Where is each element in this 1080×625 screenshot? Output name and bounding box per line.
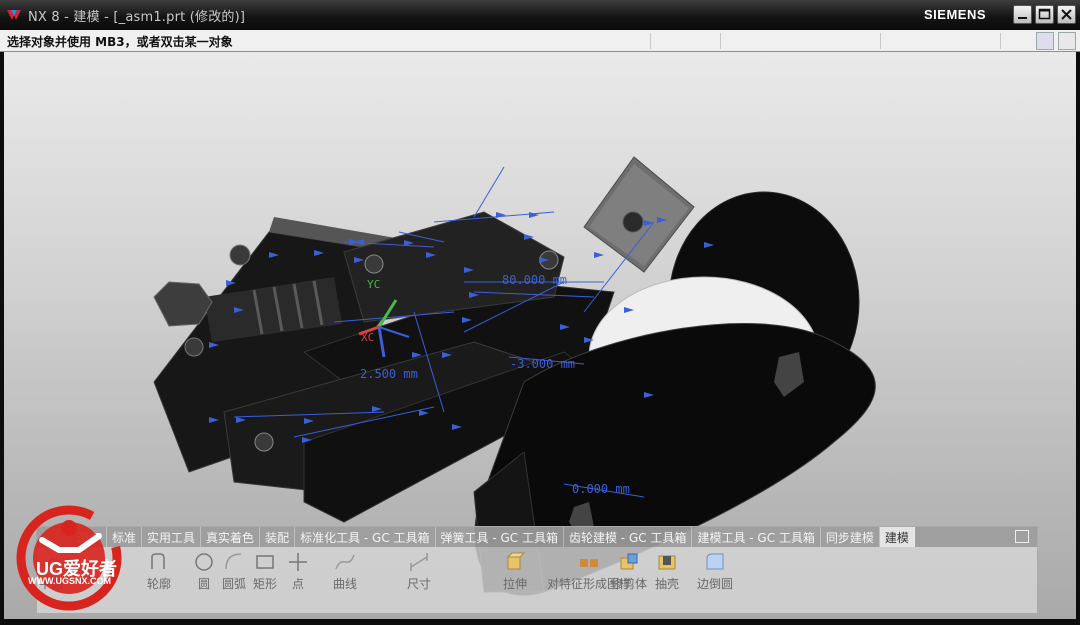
tool-label: 抽壳 [655, 577, 680, 591]
arc-icon [225, 553, 242, 570]
tab[interactable]: 建模工具 - GC 工具箱 [692, 527, 821, 547]
maximize-icon [1038, 8, 1051, 20]
dimension-label[interactable]: 0.000 mm [572, 482, 630, 496]
tool-label: 尺寸 [407, 577, 432, 591]
nx-app-icon[interactable] [6, 7, 22, 23]
dimension-icon [410, 553, 428, 571]
tool-label: 矩形 [253, 577, 278, 591]
dimension-label[interactable]: 2.500 mm [360, 367, 418, 381]
point-icon [289, 553, 307, 571]
tab[interactable]: 标准化工具 - GC 工具箱 [295, 527, 436, 547]
profile-button[interactable]: 轮廓 [147, 551, 171, 591]
arc-button[interactable]: 圆弧 [222, 551, 246, 591]
pattern-icon [580, 559, 598, 567]
curve-button[interactable]: 曲线 [333, 551, 357, 591]
circle-icon [195, 553, 213, 571]
full-screen-icon[interactable] [1058, 32, 1076, 50]
tool-label: 圆 [197, 577, 210, 591]
tab[interactable]: 弹簧工具 - GC 工具箱 [436, 527, 564, 547]
extrude-button[interactable]: 拉伸 [503, 551, 527, 591]
edge-blend-icon [706, 553, 724, 570]
tab[interactable]: 真实着色 [201, 527, 261, 547]
yc-axis-label: YC [367, 278, 381, 291]
window-title: NX 8 - 建模 - [_asm1.prt (修改的)] [28, 10, 246, 25]
minimize-icon [1018, 17, 1027, 19]
cue-divider [650, 33, 651, 49]
close-button[interactable] [1057, 5, 1076, 24]
profile-icon [151, 553, 165, 569]
ribbon-tabs: 源条 标准 实用工具 真实着色 装配 标准化工具 - GC 工具箱 弹簧工具 -… [37, 527, 1037, 547]
curve-icon [335, 554, 355, 570]
dimension-label[interactable]: -3.000 mm [510, 357, 575, 371]
tool-label: 修剪体 [611, 577, 648, 591]
tool-label: 轮廓 [147, 577, 172, 591]
selection-filter-icon[interactable] [1036, 32, 1054, 50]
tab[interactable]: 齿轮建模 - GC 工具箱 [564, 527, 693, 547]
tool-label: 边倒圆 [697, 577, 734, 591]
rectangle-button[interactable]: 矩形 [253, 551, 277, 591]
cue-line: 选择对象并使用 MB3，或者双击某一对象 [0, 30, 1080, 52]
title-bar: NX 8 - 建模 - [_asm1.prt (修改的)] SIEMENS [0, 0, 1080, 30]
ugsnx-watermark-logo: UG爱好者 WWW.UGSNX.COM [14, 500, 128, 618]
tab[interactable]: 实用工具 [142, 527, 202, 547]
ribbon-options-icon[interactable] [1015, 530, 1029, 543]
cue-divider [720, 33, 721, 49]
tool-label: 曲线 [333, 577, 358, 591]
watermark-url-text: WWW.UGSNX.COM [28, 576, 111, 586]
extrude-icon [506, 552, 526, 570]
tool-label: 拉伸 [503, 577, 528, 591]
cue-line-text: 选择对象并使用 MB3，或者双击某一对象 [7, 35, 233, 49]
tab[interactable]: 同步建模 [821, 527, 880, 547]
siemens-logo: SIEMENS [924, 7, 987, 22]
maximize-button[interactable] [1035, 5, 1054, 24]
tool-label: 点 [291, 577, 304, 591]
dimension-button[interactable]: 尺寸 [407, 551, 431, 591]
xc-axis-label: XC [361, 331, 375, 344]
cue-divider [1000, 33, 1001, 49]
edge-blend-button[interactable]: 边倒圆 [697, 551, 733, 591]
rectangle-icon [256, 555, 274, 569]
tab[interactable]: 装配 [260, 527, 296, 547]
dimension-label[interactable]: 80.000 mm [502, 273, 567, 287]
point-button[interactable]: 点 [287, 551, 309, 591]
cue-divider [880, 33, 881, 49]
tool-label: 圆弧 [222, 577, 247, 591]
ribbon-bar: 源条 标准 实用工具 真实着色 装配 标准化工具 - GC 工具箱 弹簧工具 -… [36, 526, 1038, 614]
trim-body-button[interactable]: 修剪体 [611, 551, 647, 591]
minimize-button[interactable] [1013, 5, 1032, 24]
shell-icon [658, 555, 676, 570]
close-icon [1061, 9, 1072, 20]
shell-button[interactable]: 抽壳 [655, 551, 679, 591]
circle-button[interactable]: 圆 [193, 551, 215, 591]
trim-body-icon [620, 553, 638, 570]
tab-modeling[interactable]: 建模 [879, 527, 915, 547]
